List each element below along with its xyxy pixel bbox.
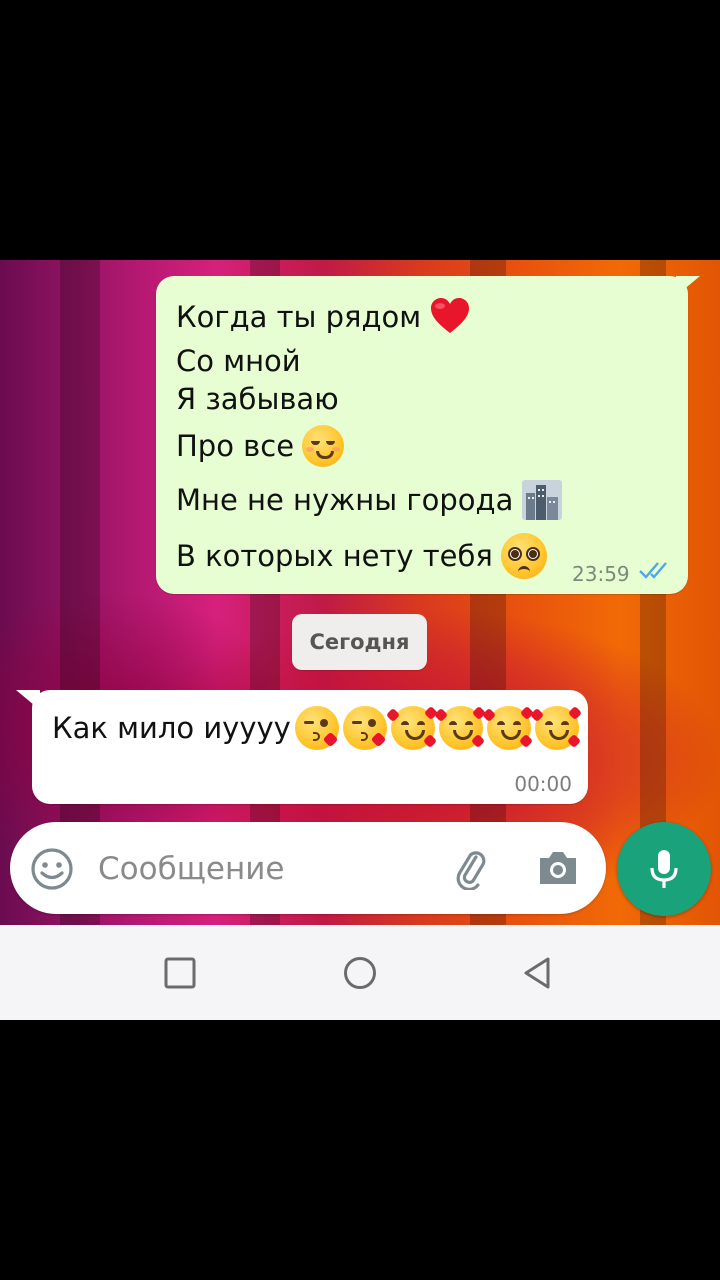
message-timestamp: 23:59 <box>572 562 630 586</box>
smiling-face-with-hearts-emoji <box>529 705 582 750</box>
camera-icon[interactable] <box>536 848 580 888</box>
message-input[interactable] <box>96 844 430 894</box>
kissing-heart-emoji <box>294 706 339 750</box>
mic-button[interactable] <box>617 822 711 916</box>
smiling-face-with-hearts-emoji <box>385 705 438 750</box>
incoming-message[interactable]: Как мило иуууу 00:00 <box>32 690 588 804</box>
kissing-heart-emoji <box>342 706 387 750</box>
incoming-message-text: Как мило иуууу <box>52 705 582 750</box>
relieved-face-emoji <box>302 425 345 467</box>
double-check-icon <box>638 560 672 580</box>
back-icon[interactable] <box>520 955 556 991</box>
message-line: Я забываю <box>176 382 339 416</box>
date-separator: Сегодня <box>292 614 427 670</box>
message-line: Про все <box>176 424 345 468</box>
emoji-icon[interactable] <box>30 847 74 891</box>
top-letterbox <box>0 0 720 260</box>
message-composer <box>10 822 606 914</box>
message-line: Мне не нужны города <box>176 478 563 522</box>
message-line: Со мной <box>176 344 301 378</box>
pleading-face-emoji <box>500 533 547 579</box>
outgoing-message[interactable]: Когда ты рядом Со мной Я забываю Про все… <box>156 276 688 594</box>
attach-icon[interactable] <box>450 848 492 891</box>
home-icon[interactable] <box>342 955 378 991</box>
message-line: В которых нету тебя <box>176 532 547 580</box>
cityscape-emoji <box>521 479 563 521</box>
smiling-face-with-hearts-emoji <box>433 705 486 750</box>
mic-icon <box>647 848 681 890</box>
red-heart-emoji <box>429 296 471 338</box>
smiling-face-with-hearts-emoji <box>481 705 534 750</box>
system-navigation-bar <box>0 925 720 1020</box>
message-timestamp: 00:00 <box>514 772 572 796</box>
message-line: Когда ты рядом <box>176 296 471 338</box>
recent-apps-icon[interactable] <box>162 955 198 991</box>
bottom-letterbox <box>0 1020 720 1280</box>
